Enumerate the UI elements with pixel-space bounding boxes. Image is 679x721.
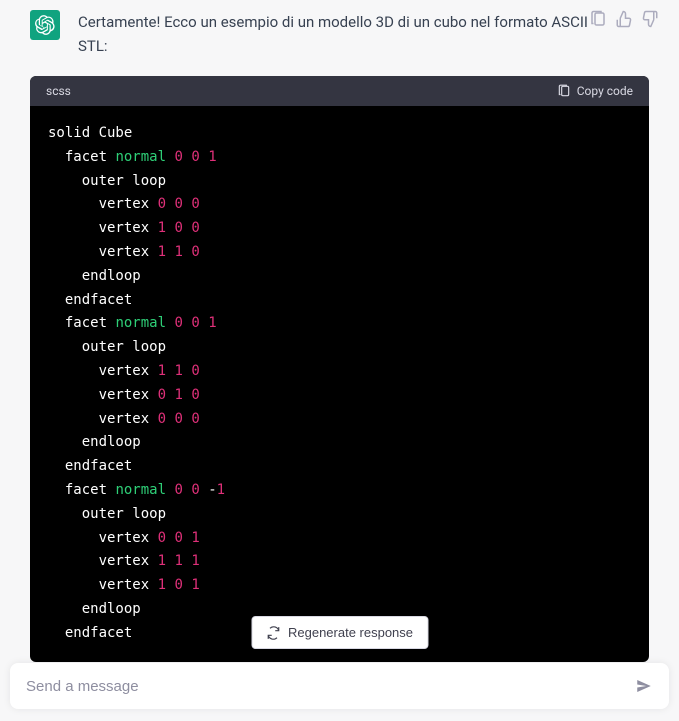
thumbs-up-icon[interactable] (615, 10, 633, 28)
thumbs-down-icon[interactable] (641, 10, 659, 28)
send-icon[interactable] (635, 677, 653, 695)
regenerate-label: Regenerate response (288, 625, 413, 640)
code-block: scss Copy code solid Cube facet normal 0… (30, 76, 649, 662)
message-input-bar (10, 663, 669, 709)
message-actions (589, 10, 659, 28)
message-text: Certamente! Ecco un esempio di un modell… (78, 10, 649, 58)
openai-logo-icon (35, 15, 55, 35)
regenerate-button[interactable]: Regenerate response (251, 616, 428, 649)
code-header: scss Copy code (30, 76, 649, 106)
assistant-message: Certamente! Ecco un esempio di un modell… (0, 0, 679, 662)
code-content: solid Cube facet normal 0 0 1 outer loop… (30, 106, 649, 662)
code-language-label: scss (46, 84, 71, 98)
message-input[interactable] (26, 678, 635, 695)
copy-code-label: Copy code (577, 84, 633, 98)
assistant-avatar (30, 10, 60, 40)
clipboard-icon (557, 84, 571, 98)
copy-code-button[interactable]: Copy code (557, 84, 633, 98)
refresh-icon (266, 626, 280, 640)
clipboard-icon[interactable] (589, 10, 607, 28)
message-content: Certamente! Ecco un esempio di un modell… (78, 10, 649, 662)
